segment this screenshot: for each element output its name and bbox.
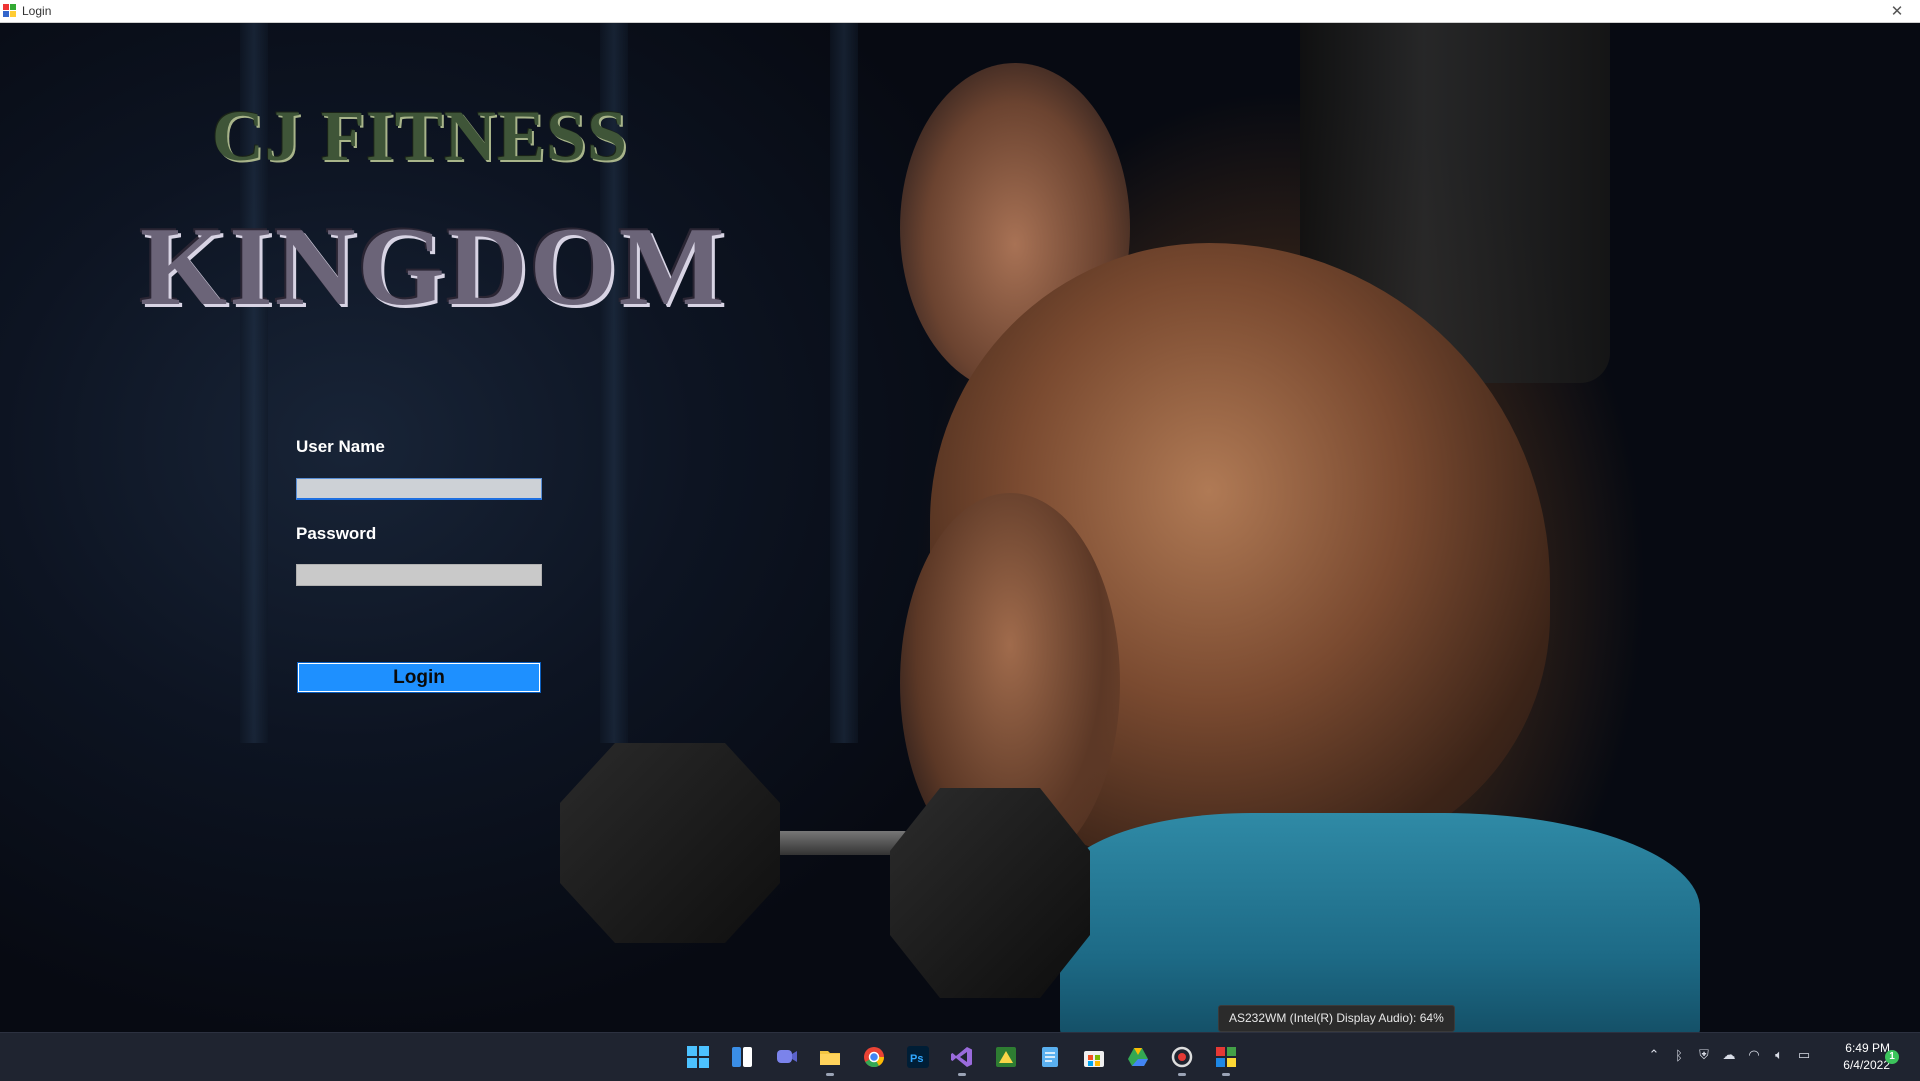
- bluetooth-icon[interactable]: ᛒ: [1671, 1048, 1687, 1063]
- sticky-app-icon[interactable]: [990, 1041, 1022, 1073]
- login-app-icon[interactable]: [1210, 1041, 1242, 1076]
- widgets-icon[interactable]: [726, 1041, 758, 1073]
- teams-chat-icon[interactable]: [770, 1041, 802, 1073]
- recorder-icon[interactable]: [1166, 1041, 1198, 1076]
- logo-subtitle: KINGDOM: [140, 205, 727, 329]
- close-button[interactable]: ✕: [1874, 0, 1920, 22]
- notepad-icon[interactable]: [1034, 1041, 1066, 1073]
- dumbbell-weight-right: [890, 788, 1090, 998]
- dumbbell-weight-left: [560, 743, 780, 943]
- login-button[interactable]: Login: [297, 662, 541, 693]
- svg-text:Ps: Ps: [910, 1053, 923, 1065]
- photoshop-icon[interactable]: Ps: [902, 1041, 934, 1073]
- background-rack: [830, 23, 858, 743]
- athlete-shorts: [1060, 813, 1700, 1032]
- volume-tooltip: AS232WM (Intel(R) Display Audio): 64%: [1218, 1005, 1455, 1032]
- username-label: User Name: [296, 437, 385, 456]
- taskbar-apps: Ps: [682, 1041, 1242, 1076]
- app-icon: [3, 4, 17, 18]
- title-bar: Login ✕: [0, 0, 1920, 23]
- speaker-icon[interactable]: 🔈︎: [1771, 1047, 1787, 1063]
- username-input[interactable]: [296, 478, 542, 500]
- store-icon[interactable]: [1078, 1041, 1110, 1073]
- file-explorer-icon[interactable]: [814, 1041, 846, 1076]
- wifi-icon[interactable]: ◠: [1746, 1047, 1762, 1063]
- windows-start-icon[interactable]: [682, 1041, 714, 1073]
- system-tray: ⌃ ᛒ ⛨ ☁ ◠ 🔈︎ ▭: [1646, 1047, 1812, 1063]
- chrome-icon[interactable]: [858, 1041, 890, 1073]
- logo-title: CJ FITNESS: [211, 96, 629, 176]
- clock-date: 6/4/2022: [1843, 1058, 1890, 1072]
- shield-icon[interactable]: ⛨: [1696, 1047, 1712, 1063]
- notification-badge[interactable]: 1: [1885, 1050, 1899, 1064]
- taskbar: Ps ⌃ ᛒ ⛨ ☁ ◠ 🔈︎ ▭ 6:49 PM 6/4/2022 1: [0, 1032, 1920, 1081]
- battery-icon[interactable]: ▭: [1796, 1047, 1812, 1063]
- password-input[interactable]: [296, 564, 542, 586]
- cloud-icon[interactable]: ☁: [1721, 1047, 1737, 1063]
- window-title: Login: [22, 4, 52, 18]
- login-window: CJ FITNESS KINGDOM User Name Password Lo…: [0, 23, 1920, 1032]
- clock-time: 6:49 PM: [1845, 1041, 1890, 1055]
- clock[interactable]: 6:49 PM 6/4/2022: [1820, 1040, 1890, 1074]
- chevron-up-icon[interactable]: ⌃: [1646, 1047, 1662, 1063]
- google-drive-icon[interactable]: [1122, 1041, 1154, 1073]
- visual-studio-icon[interactable]: [946, 1041, 978, 1076]
- password-label: Password: [296, 524, 377, 543]
